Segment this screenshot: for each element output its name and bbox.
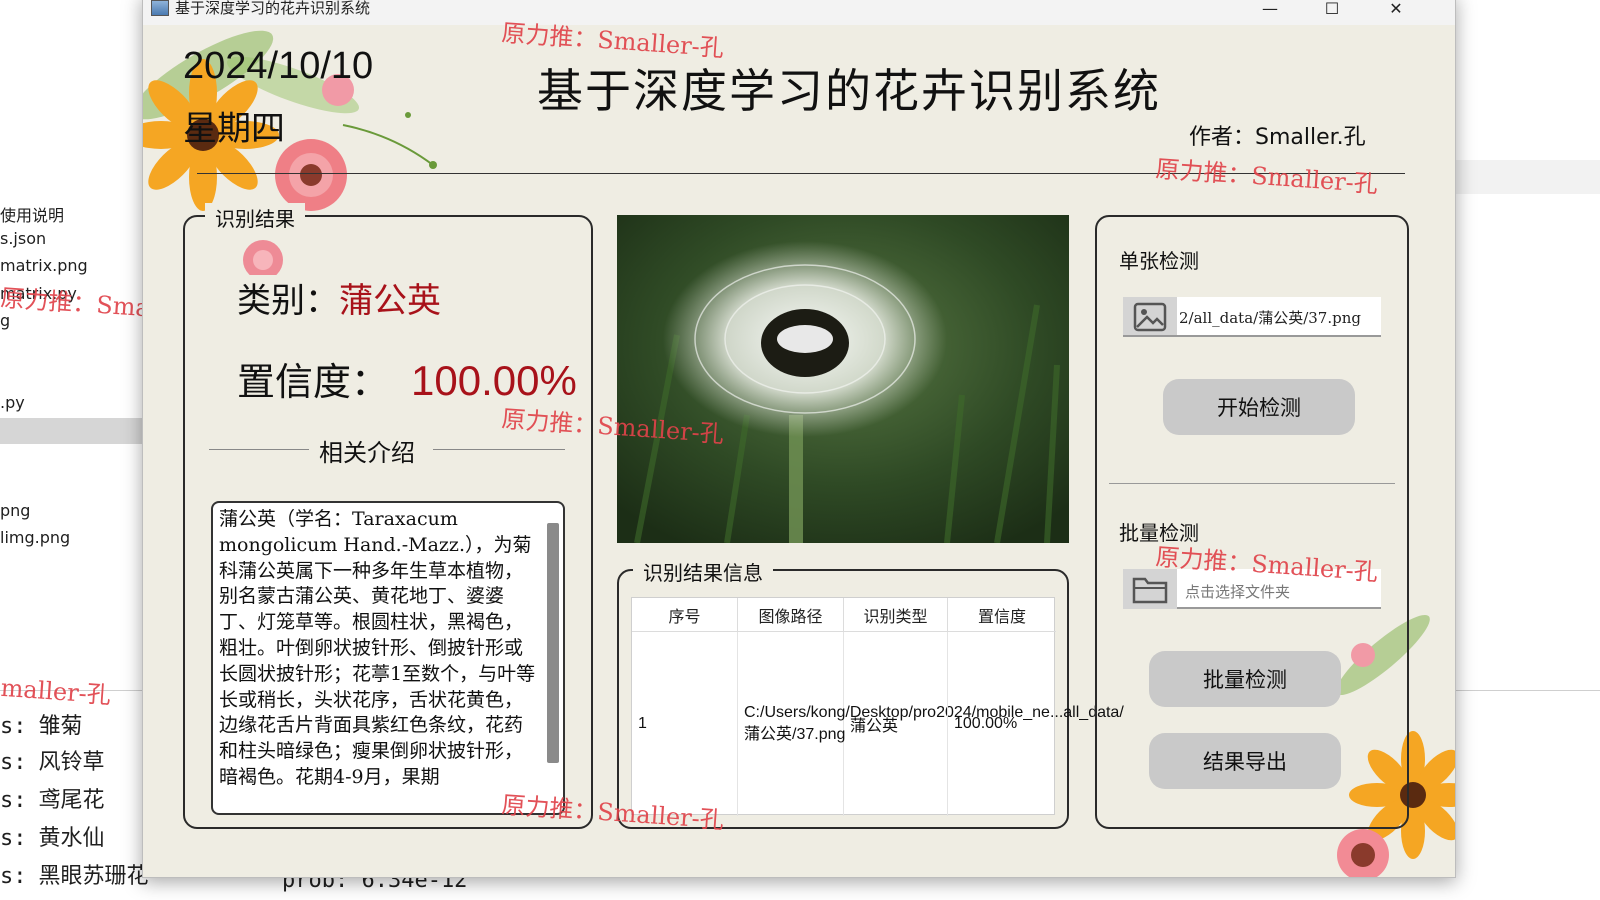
- app-window: 基于深度学习的花卉识别系统 — ☐ ✕ 2024/10/10 星期四 基于深度学…: [142, 0, 1456, 878]
- ide-file-item[interactable]: .py: [0, 393, 25, 412]
- ide-file-item[interactable]: g: [0, 311, 10, 330]
- watermark: 原力推：Smaller-孔: [1154, 154, 1379, 199]
- folder-icon-glyph: [1132, 577, 1168, 604]
- confidence-label: 置信度：: [237, 360, 390, 404]
- image-path-field[interactable]: 2/all_data/蒲公英/37.png: [1123, 297, 1381, 337]
- app-icon: [151, 0, 169, 16]
- category-label: 类别：: [237, 281, 339, 321]
- intro-heading-text: 相关介绍: [319, 439, 415, 467]
- intro-heading: 相关介绍: [209, 433, 565, 467]
- intro-heading-line-right: [433, 449, 565, 450]
- console-line: s: 鸢尾花: [0, 788, 105, 813]
- image-icon[interactable]: [1123, 297, 1177, 335]
- minimize-button[interactable]: —: [1247, 0, 1293, 21]
- ide-selected-row: [0, 418, 142, 444]
- ide-file-item[interactable]: limg.png: [0, 528, 70, 547]
- table-cell-confidence[interactable]: 100.00%: [948, 632, 1056, 816]
- ide-file-item[interactable]: matrix.png: [0, 256, 88, 275]
- intro-text: 蒲公英（学名：Taraxacum mongolicum Hand.-Mazz.）…: [219, 508, 536, 788]
- title-bar: 基于深度学习的花卉识别系统 — ☐ ✕: [143, 0, 1455, 25]
- date-label: 2024/10/10: [183, 45, 374, 87]
- ide-file-item[interactable]: 使用说明: [0, 202, 64, 226]
- watermark: 原力推：Smaller-孔: [0, 665, 112, 710]
- console-line: s: 黄水仙: [0, 826, 105, 851]
- author-label: 作者：Smaller.孔: [1189, 125, 1366, 150]
- intro-heading-line-left: [209, 449, 309, 450]
- close-button[interactable]: ✕: [1373, 0, 1419, 21]
- category-value: 蒲公英: [339, 281, 441, 321]
- single-detect-label: 单张检测: [1119, 249, 1199, 273]
- table-header[interactable]: 序号: [632, 598, 738, 632]
- flower-image: [617, 215, 1069, 543]
- intro-textbox[interactable]: 蒲公英（学名：Taraxacum mongolicum Hand.-Mazz.）…: [211, 501, 565, 815]
- table-cell-path[interactable]: C:/Users/kong/Desktop/pro2024/mobile_ne.…: [738, 632, 1124, 816]
- table-header[interactable]: 图像路径: [738, 598, 844, 632]
- result-table: 序号 图像路径 识别类型 置信度 1 C:/Users/kong/Desktop…: [631, 597, 1124, 816]
- table-cell-type[interactable]: 蒲公英: [844, 632, 948, 816]
- result-group-label: 识别结果: [205, 203, 305, 232]
- dandelion-photo: [617, 215, 1069, 543]
- confidence-row: 置信度： 100.00%: [237, 351, 577, 406]
- batch-detect-button[interactable]: 批量检测: [1149, 651, 1341, 707]
- intro-scrollbar[interactable]: [547, 523, 559, 763]
- ide-file-item[interactable]: png: [0, 501, 30, 520]
- controls-divider: [1109, 483, 1395, 484]
- start-detect-button[interactable]: 开始检测: [1163, 379, 1355, 435]
- folder-placeholder: 点击选择文件夹: [1185, 583, 1291, 601]
- ide-file-item[interactable]: s.json: [0, 229, 46, 248]
- category-row: 类别：蒲公英: [237, 273, 441, 322]
- table-header[interactable]: 置信度: [948, 598, 1056, 632]
- image-icon-glyph: [1133, 302, 1167, 332]
- page-title: 基于深度学习的花卉识别系统: [537, 64, 1161, 118]
- info-group-label: 识别结果信息: [633, 557, 773, 586]
- ide-editor-line: [1442, 160, 1600, 194]
- folder-icon[interactable]: [1123, 569, 1177, 609]
- export-results-button[interactable]: 结果导出: [1149, 733, 1341, 789]
- console-line: s: 风铃草: [0, 750, 105, 775]
- image-path-text: 2/all_data/蒲公英/37.png: [1179, 309, 1361, 327]
- table-cell-index[interactable]: 1: [632, 632, 738, 816]
- console-line: s: 雏菊: [0, 714, 83, 739]
- window-title: 基于深度学习的花卉识别系统: [175, 0, 371, 17]
- table-header[interactable]: 识别类型: [844, 598, 948, 632]
- console-line: s: 黑眼苏珊花: [0, 864, 149, 889]
- weekday-label: 星期四: [183, 109, 285, 149]
- maximize-button[interactable]: ☐: [1309, 0, 1355, 21]
- confidence-value: 100.00%: [411, 357, 577, 404]
